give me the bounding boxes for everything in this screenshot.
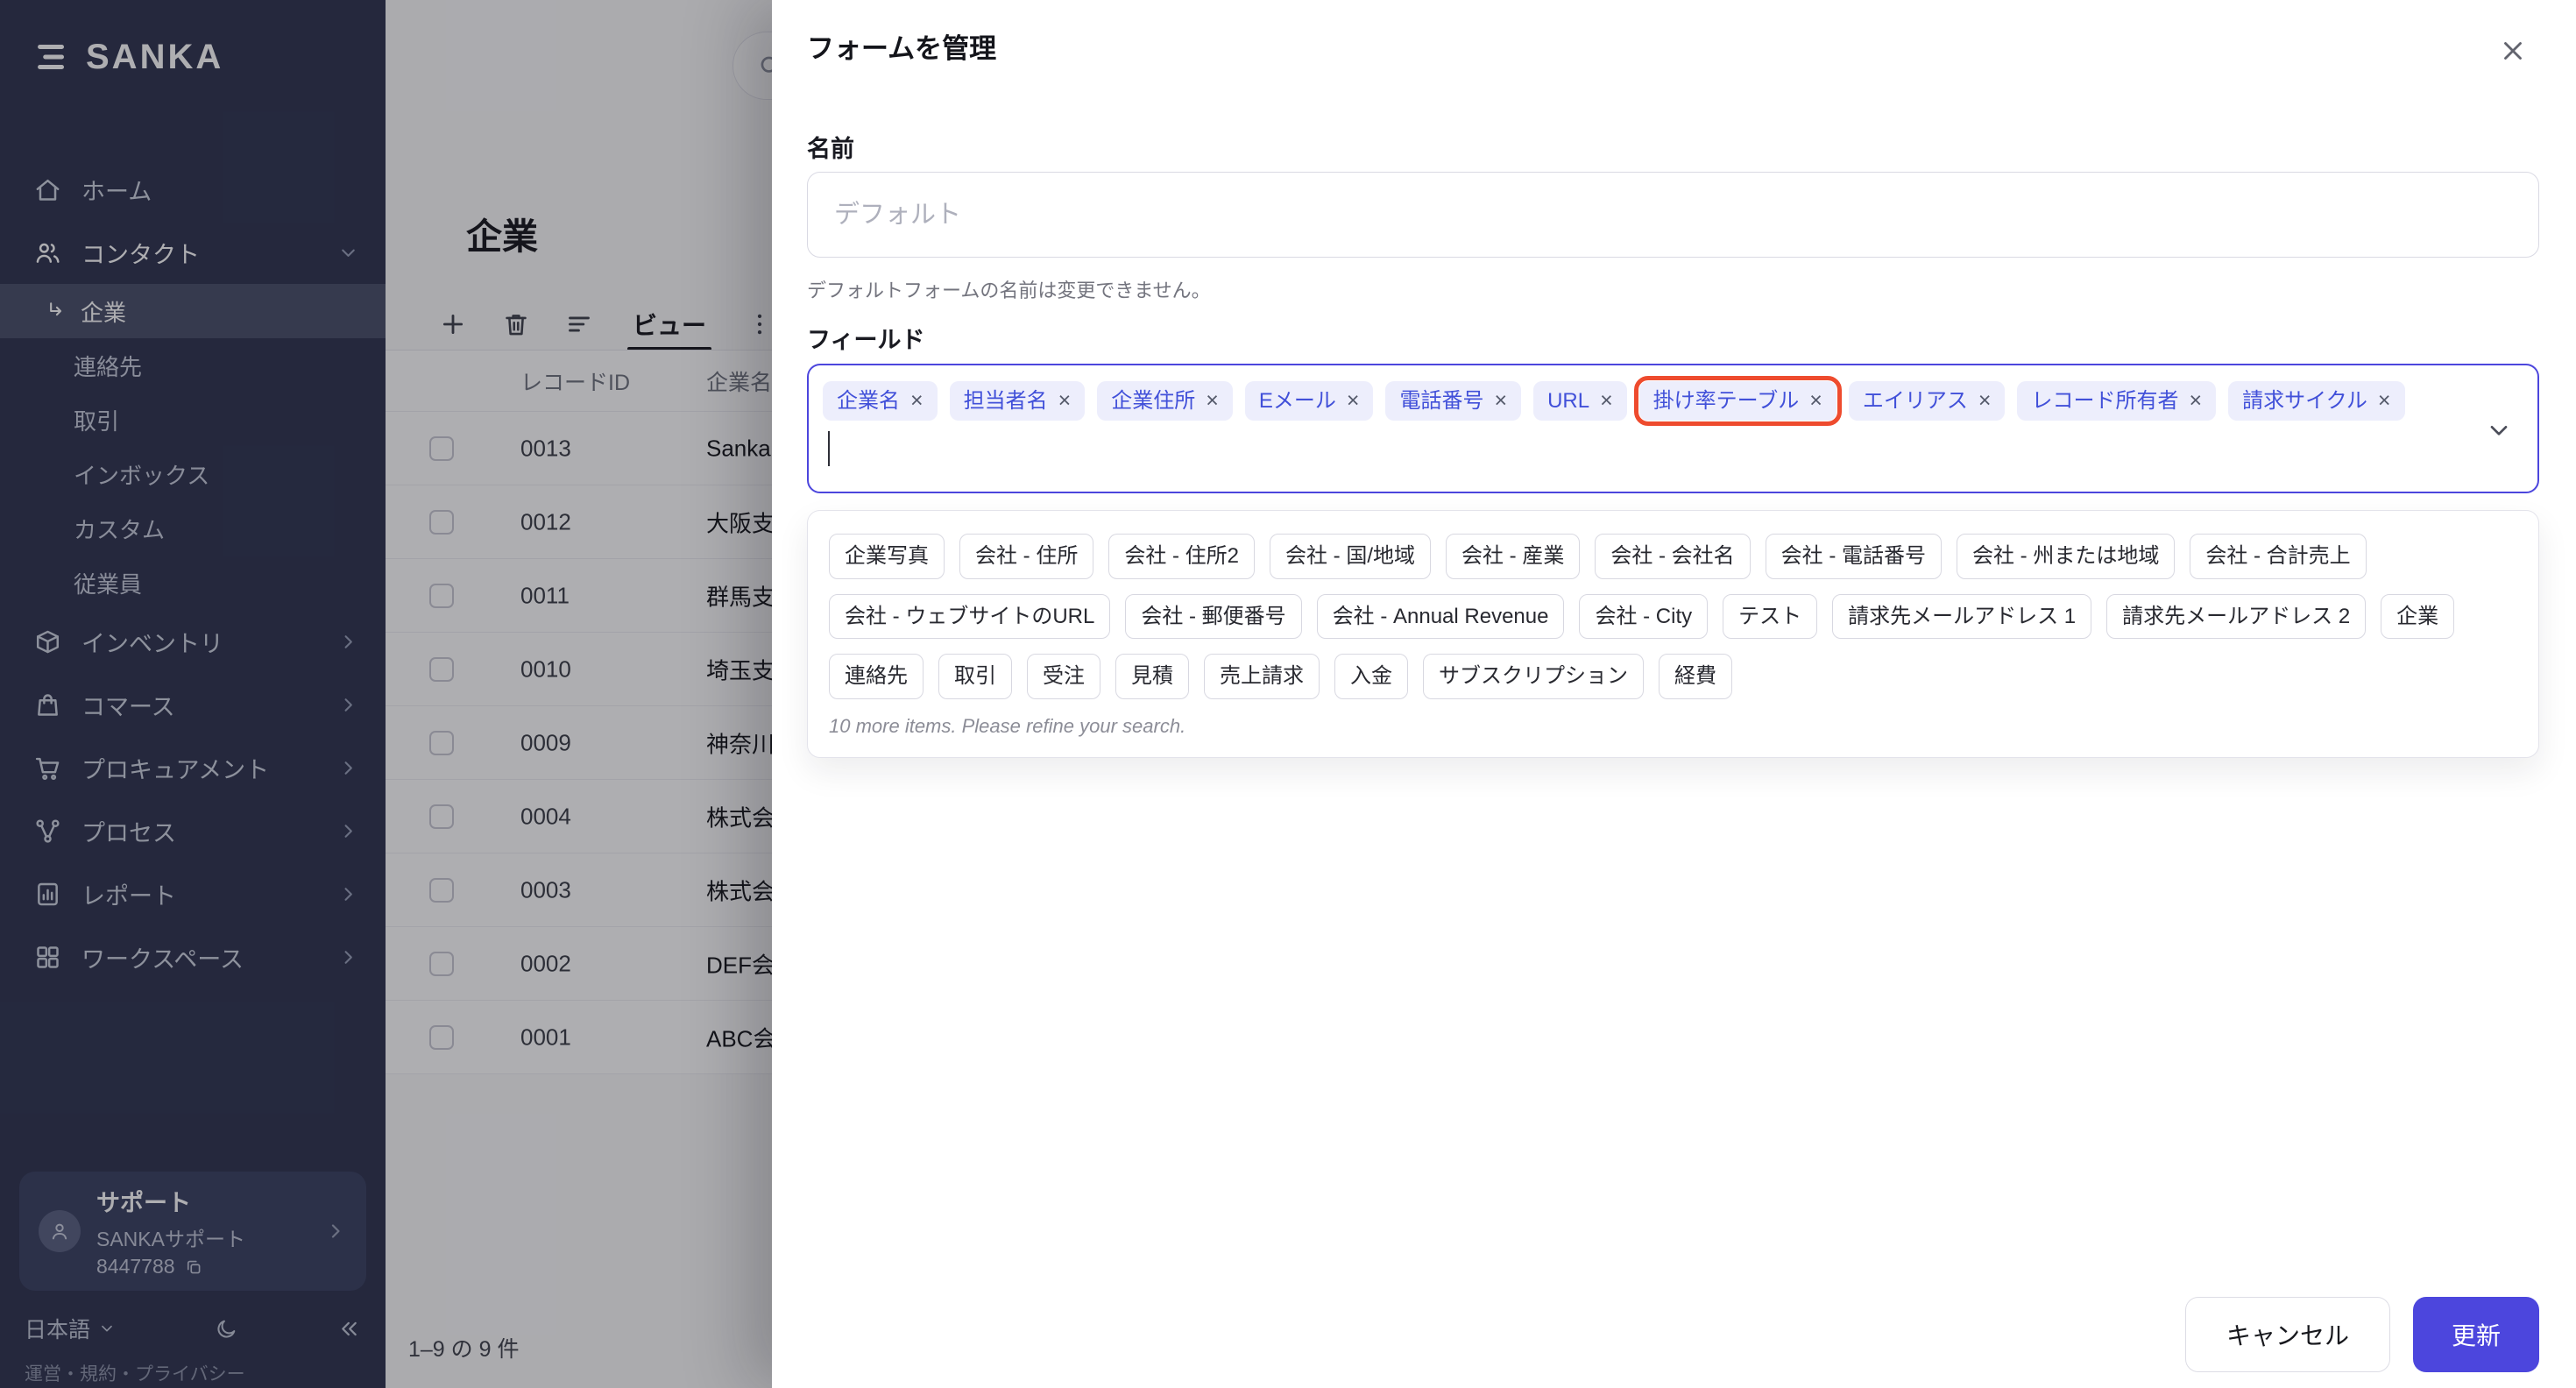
fields-label: フィールド xyxy=(807,327,925,353)
chevron-down-icon[interactable] xyxy=(2485,416,2513,444)
chip-label: 担当者名 xyxy=(963,388,1048,413)
selected-field-chip[interactable]: 請求サイクル × xyxy=(2228,381,2405,421)
name-label: 名前 xyxy=(807,136,854,162)
options-note: 10 more items. Please refine your search… xyxy=(829,714,1186,737)
selected-field-chip[interactable]: レコード所有者 × xyxy=(2017,381,2217,421)
field-option[interactable]: 会社 - City xyxy=(1579,593,1709,640)
remove-chip-icon[interactable]: × xyxy=(1206,390,1219,412)
selected-field-chip[interactable]: 担当者名 × xyxy=(949,381,1086,421)
cancel-button[interactable]: キャンセル xyxy=(2184,1297,2390,1372)
remove-chip-icon[interactable]: × xyxy=(1600,390,1613,412)
field-option[interactable]: 経費 xyxy=(1659,654,1732,699)
field-option[interactable]: 受注 xyxy=(1027,654,1100,699)
chip-label: URL xyxy=(1547,388,1590,413)
field-option[interactable]: サブスクリプション xyxy=(1423,654,1644,699)
field-option[interactable]: 取引 xyxy=(938,654,1012,699)
field-option[interactable]: 会社 - 産業 xyxy=(1446,534,1581,579)
name-help-text: デフォルトフォームの名前は変更できません。 xyxy=(807,280,1211,301)
field-option[interactable]: テスト xyxy=(1723,593,1818,640)
text-cursor xyxy=(828,431,830,466)
chip-label: Eメール xyxy=(1258,388,1336,413)
chip-label: 企業住所 xyxy=(1111,388,1196,413)
update-button[interactable]: 更新 xyxy=(2412,1297,2539,1372)
field-option[interactable]: 売上請求 xyxy=(1204,654,1320,699)
field-option[interactable]: 会社 - Annual Revenue xyxy=(1316,593,1565,640)
field-option[interactable]: 会社 - 州または地域 xyxy=(1957,534,2176,579)
field-option[interactable]: 会社 - 国/地域 xyxy=(1270,534,1432,579)
remove-chip-icon[interactable]: × xyxy=(1347,390,1360,412)
selected-field-chip[interactable]: エイリアス × xyxy=(1848,381,2006,421)
remove-chip-icon[interactable]: × xyxy=(2189,390,2202,412)
form-name-input[interactable] xyxy=(807,172,2539,258)
remove-chip-icon[interactable]: × xyxy=(910,390,924,412)
field-option[interactable]: 会社 - 会社名 xyxy=(1595,534,1751,579)
field-options: 企業写真 会社 - 住所 会社 - 住所2 会社 - 国/地域 会社 - 産業 会社 - … xyxy=(829,534,2517,699)
selected-field-chip[interactable]: 掛け率テーブル × xyxy=(1633,376,1842,426)
field-option[interactable]: 入金 xyxy=(1334,654,1408,699)
field-option[interactable]: 連絡先 xyxy=(829,654,924,699)
field-option[interactable]: 請求先メールアドレス 1 xyxy=(1832,593,2092,640)
selected-field-chip[interactable]: 企業住所 × xyxy=(1097,381,1233,421)
fields-multiselect[interactable]: 企業名 × 担当者名 × 企業住所 × Eメール × 電話番号 × URL × 掛け率テーブル × エイリア… xyxy=(807,364,2539,493)
field-option[interactable]: 企業 xyxy=(2381,593,2455,640)
chip-label: レコード所有者 xyxy=(2031,388,2179,413)
manage-form-modal: フォームを管理 名前 デフォルトフォームの名前は変更できません。 フィールド 企… xyxy=(772,0,2576,1388)
remove-chip-icon[interactable]: × xyxy=(1809,390,1822,412)
chip-label: 電話番号 xyxy=(1399,388,1484,413)
field-option[interactable]: 企業写真 xyxy=(829,534,945,579)
selected-field-chip[interactable]: Eメール × xyxy=(1244,381,1374,421)
close-icon[interactable] xyxy=(2492,30,2534,72)
modal-footer: キャンセル 更新 xyxy=(2184,1297,2539,1372)
field-option[interactable]: 会社 - 郵便番号 xyxy=(1125,593,1302,640)
selected-field-chip[interactable]: 電話番号 × xyxy=(1385,381,1522,421)
selected-fields: 企業名 × 担当者名 × 企業住所 × Eメール × 電話番号 × URL × 掛け率テーブル × エイリア… xyxy=(823,376,2467,426)
selected-field-chip[interactable]: URL × xyxy=(1533,381,1627,421)
field-option[interactable]: 請求先メールアドレス 2 xyxy=(2106,593,2367,640)
chip-label: 請求サイクル xyxy=(2242,388,2367,413)
field-option[interactable]: 会社 - 電話番号 xyxy=(1765,534,1942,579)
field-option[interactable]: 見積 xyxy=(1115,654,1189,699)
field-option[interactable]: 会社 - 住所2 xyxy=(1108,534,1256,579)
chip-label: 掛け率テーブル xyxy=(1652,388,1800,413)
remove-chip-icon[interactable]: × xyxy=(1058,390,1072,412)
field-option[interactable]: 会社 - 合計売上 xyxy=(2190,534,2367,579)
selected-field-chip[interactable]: 企業名 × xyxy=(823,381,938,421)
chip-label: エイリアス xyxy=(1862,388,1968,413)
field-options-dropdown: 企業写真 会社 - 住所 会社 - 住所2 会社 - 国/地域 会社 - 産業 会社 - … xyxy=(807,510,2539,758)
field-option[interactable]: 会社 - ウェブサイトのURL xyxy=(829,593,1111,640)
remove-chip-icon[interactable]: × xyxy=(1978,390,1992,412)
remove-chip-icon[interactable]: × xyxy=(2378,390,2391,412)
modal-title: フォームを管理 xyxy=(807,33,997,64)
chip-label: 企業名 xyxy=(837,388,900,413)
remove-chip-icon[interactable]: × xyxy=(1494,390,1507,412)
field-option[interactable]: 会社 - 住所 xyxy=(959,534,1094,579)
multiselect-input-line[interactable] xyxy=(823,428,2467,470)
